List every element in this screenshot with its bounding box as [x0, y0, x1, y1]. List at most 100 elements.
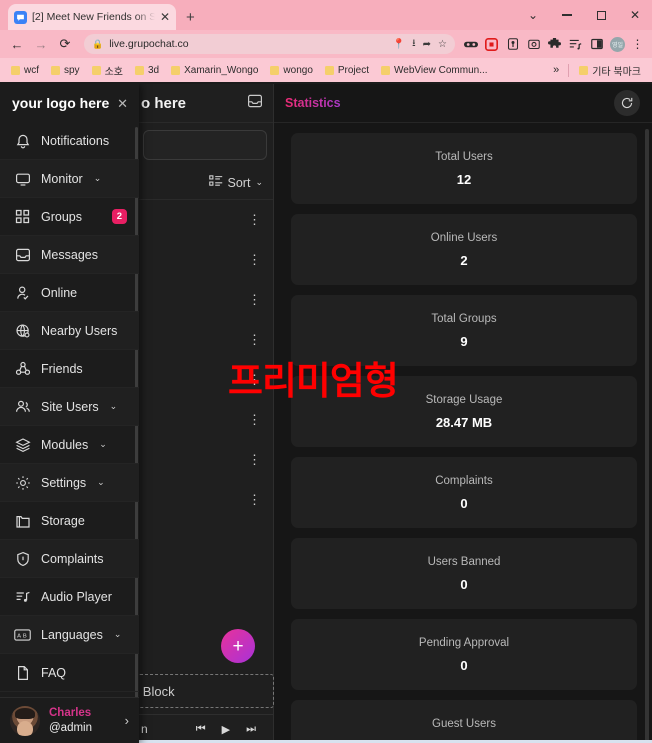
sidebar-item-groups[interactable]: Groups 2: [0, 198, 139, 236]
sidebar-item-online[interactable]: Online: [0, 274, 139, 312]
browser-menu-icon[interactable]: ⋮: [631, 37, 644, 51]
tab-close-icon[interactable]: ✕: [160, 11, 170, 23]
reload-icon[interactable]: ⟳: [54, 33, 76, 55]
screen-recorder-icon[interactable]: [484, 37, 499, 52]
browser-tab[interactable]: [2] Meet New Friends on Site N ✕: [8, 4, 176, 30]
list-item[interactable]: ⋮: [137, 240, 273, 280]
profile-handle: @admin: [49, 721, 92, 734]
split-view-icon[interactable]: [589, 37, 604, 52]
sidebar-item-monitor[interactable]: Monitor ⌄: [0, 160, 139, 198]
profile-avatar[interactable]: 영일: [610, 36, 625, 52]
list-item[interactable]: ⋮: [137, 200, 273, 240]
close-window-button[interactable]: ✕: [618, 0, 652, 30]
sidebar-item-settings[interactable]: Settings ⌄: [0, 464, 139, 502]
chevron-down-icon: ⌄: [93, 173, 102, 183]
bookmark-item[interactable]: Xamarin_Wongo: [166, 65, 263, 76]
inbox-icon: [14, 246, 31, 263]
row-menu-icon[interactable]: ⋮: [248, 413, 261, 426]
tab-search-icon[interactable]: ⌄: [516, 0, 550, 30]
previous-track-icon[interactable]: ⏮: [196, 723, 206, 736]
key-icon[interactable]: [505, 37, 520, 52]
sidebar-item-modules[interactable]: Modules ⌄: [0, 426, 139, 464]
window-controls: ⌄ ✕: [516, 0, 652, 30]
sidebar-item-notifications[interactable]: Notifications: [0, 122, 139, 160]
list-item[interactable]: ⋮: [137, 360, 273, 400]
sidebar-drawer: your logo here ✕ Notifications Monitor ⌄…: [0, 84, 139, 743]
row-menu-icon[interactable]: ⋮: [248, 453, 261, 466]
sidebar-item-languages[interactable]: AB Languages ⌄: [0, 616, 139, 654]
back-icon[interactable]: ←: [6, 33, 28, 55]
sort-control[interactable]: Sort ⌄: [137, 166, 273, 200]
statistics-scrollbar[interactable]: [645, 129, 649, 743]
bookmark-item[interactable]: spy: [46, 65, 85, 76]
sort-list-icon: [208, 174, 223, 192]
bookmark-label: Xamarin_Wongo: [184, 64, 259, 76]
bookmark-item[interactable]: wcf: [6, 65, 44, 76]
maximize-button[interactable]: [584, 0, 618, 30]
location-icon[interactable]: 📍: [393, 39, 405, 50]
stat-card[interactable]: Total Users 12: [291, 133, 637, 204]
sidebar-item-storage[interactable]: Storage: [0, 502, 139, 540]
minimize-button[interactable]: [550, 0, 584, 30]
address-bar[interactable]: 🔒 live.grupochat.co 📍 ⭳ ➦ ☆: [84, 34, 455, 54]
sidebar-profile[interactable]: Charles @admin ›: [0, 697, 139, 743]
row-menu-icon[interactable]: ⋮: [248, 373, 261, 386]
stat-card[interactable]: Users Banned 0: [291, 538, 637, 609]
stat-card[interactable]: Online Users 2: [291, 214, 637, 285]
stat-card[interactable]: Storage Usage 28.47 MB: [291, 376, 637, 447]
bookmark-item[interactable]: wongo: [265, 65, 317, 76]
install-icon[interactable]: ⭳: [412, 36, 416, 53]
list-item[interactable]: ⋮: [137, 280, 273, 320]
sidebar-item-label: Settings: [41, 475, 87, 490]
camera-icon[interactable]: [526, 37, 541, 52]
sidebar-item-nearby-users[interactable]: Nearby Users: [0, 312, 139, 350]
chevron-right-icon[interactable]: ›: [125, 713, 129, 728]
inbox-icon[interactable]: [247, 93, 263, 114]
close-icon[interactable]: ✕: [117, 97, 128, 110]
forward-icon[interactable]: →: [30, 33, 52, 55]
next-track-icon[interactable]: ⏭: [246, 723, 256, 736]
insert-block-placeholder[interactable]: ert Block: [124, 674, 274, 708]
list-item[interactable]: ⋮: [137, 400, 273, 440]
new-tab-button[interactable]: +: [186, 10, 195, 25]
star-icon[interactable]: ☆: [438, 39, 447, 50]
list-item[interactable]: ⋮: [137, 320, 273, 360]
reading-list-icon[interactable]: [568, 37, 583, 52]
sidebar-item-label: Languages: [41, 627, 103, 642]
bookmark-item[interactable]: WebView Commun...: [376, 65, 493, 76]
stat-card[interactable]: Total Groups 9: [291, 295, 637, 366]
row-menu-icon[interactable]: ⋮: [248, 253, 261, 266]
statistics-list: Total Users 12 Online Users 2 Total Grou…: [274, 123, 652, 743]
bookmark-item[interactable]: Project: [320, 65, 374, 76]
stat-card[interactable]: Complaints 0: [291, 457, 637, 528]
stat-card[interactable]: Pending Approval 0: [291, 619, 637, 690]
row-menu-icon[interactable]: ⋮: [248, 293, 261, 306]
play-icon[interactable]: ▶: [222, 723, 230, 736]
stat-card[interactable]: Guest Users 3: [291, 700, 637, 743]
sidebar-item-complaints[interactable]: Complaints: [0, 540, 139, 578]
row-menu-icon[interactable]: ⋮: [248, 493, 261, 506]
row-menu-icon[interactable]: ⋮: [248, 213, 261, 226]
sidebar-item-friends[interactable]: Friends: [0, 350, 139, 388]
tab-title: [2] Meet New Friends on Site N: [32, 11, 155, 23]
search-input[interactable]: [143, 130, 267, 160]
row-menu-icon[interactable]: ⋮: [248, 333, 261, 346]
other-bookmarks-item[interactable]: 기타 북마크: [574, 63, 646, 78]
sidebar-item-faq[interactable]: FAQ: [0, 654, 139, 692]
folder-icon: [171, 65, 181, 75]
list-item[interactable]: ⋮: [137, 440, 273, 480]
sidebar-item-messages[interactable]: Messages: [0, 236, 139, 274]
bookmark-item[interactable]: 소호: [87, 63, 128, 78]
vr-glasses-icon[interactable]: [463, 37, 478, 52]
refresh-icon[interactable]: [614, 90, 640, 116]
share-icon[interactable]: ➦: [423, 39, 431, 50]
puzzle-icon[interactable]: [547, 37, 562, 52]
stat-label: Total Groups: [431, 312, 497, 325]
bookmark-item[interactable]: 3d: [130, 65, 164, 76]
sidebar-item-site-users[interactable]: Site Users ⌄: [0, 388, 139, 426]
bookmarks-overflow-icon[interactable]: »: [549, 64, 563, 76]
sidebar-item-audio-player[interactable]: Audio Player: [0, 578, 139, 616]
add-button[interactable]: +: [221, 629, 255, 663]
browser-window: [2] Meet New Friends on Site N ✕ + ⌄ ✕ ←…: [0, 0, 652, 743]
list-item[interactable]: ⋮: [137, 480, 273, 520]
